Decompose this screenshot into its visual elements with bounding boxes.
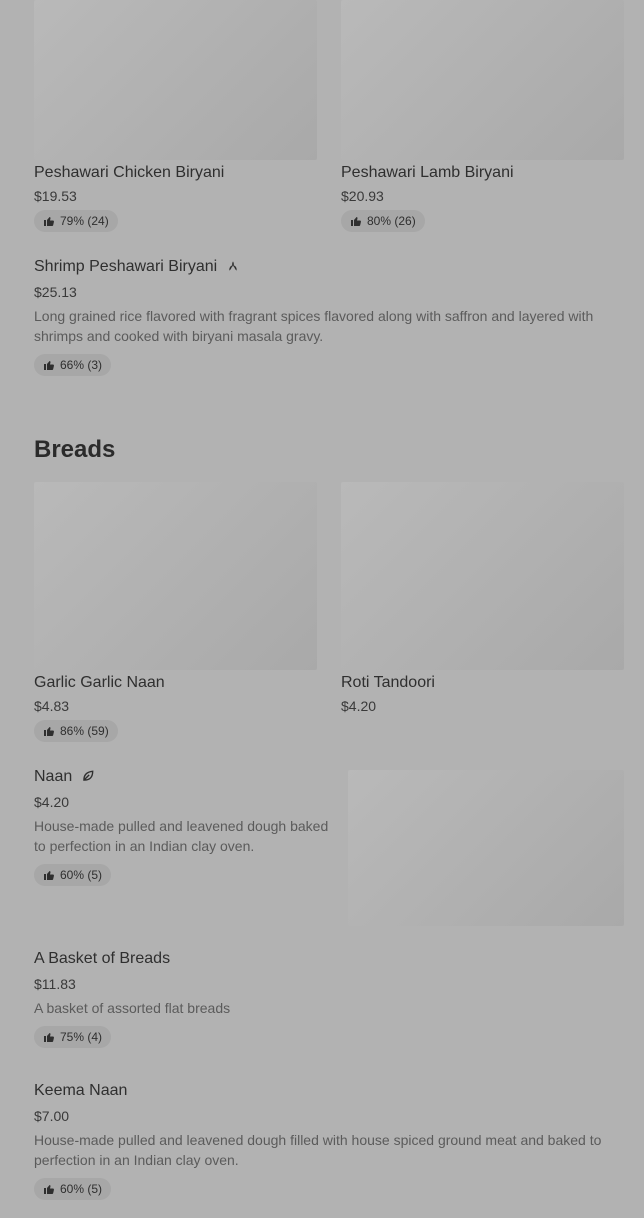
rating-badge: 75% (4) <box>34 1026 112 1048</box>
item-name-text: Shrimp Peshawari Biryani <box>34 258 218 275</box>
rating-text: 60% (5) <box>60 868 103 882</box>
item-price: $11.83 <box>34 976 76 992</box>
thumbs-up-icon <box>44 727 54 736</box>
rating-badge: 60% (5) <box>34 1178 112 1200</box>
thumbs-up-icon <box>44 361 54 370</box>
rating-badge: 86% (59) <box>34 720 118 742</box>
item-description: Long grained rice flavored with fragrant… <box>34 308 594 344</box>
rating-badge: 66% (3) <box>34 354 112 376</box>
section-title-breads: Breads <box>34 436 116 463</box>
item-price: $4.20 <box>341 698 377 714</box>
item-name[interactable]: Roti Tandoori <box>341 674 435 692</box>
item-image-chicken-biryani[interactable] <box>34 0 317 160</box>
item-price: $19.53 <box>34 188 77 204</box>
thumbs-up-icon <box>44 1033 54 1042</box>
item-name[interactable]: Garlic Garlic Naan <box>34 674 165 692</box>
item-name-shrimp[interactable]: Shrimp Peshawari Biryani <box>34 258 240 276</box>
rating-text: 75% (4) <box>60 1030 103 1044</box>
rating-text: 86% (59) <box>60 724 109 738</box>
item-description: House-made pulled and leavened dough bak… <box>34 818 329 854</box>
thumbs-up-icon <box>44 217 54 226</box>
item-name-naan[interactable]: Naan <box>34 768 95 786</box>
thumbs-up-icon <box>44 1185 54 1194</box>
item-image-lamb-biryani[interactable] <box>341 0 624 160</box>
item-description: House-made pulled and leavened dough fil… <box>34 1132 602 1168</box>
item-name[interactable]: Peshawari Lamb Biryani <box>341 164 514 182</box>
rating-text: 60% (5) <box>60 1182 103 1196</box>
item-image-naan[interactable] <box>348 770 624 926</box>
rating-badge: 80% (26) <box>341 210 425 232</box>
thumbs-up-icon <box>44 871 54 880</box>
rating-text: 80% (26) <box>367 214 416 228</box>
rating-text: 79% (24) <box>60 214 109 228</box>
item-image-roti-tandoori[interactable] <box>341 482 624 670</box>
item-price: $7.00 <box>34 1108 70 1124</box>
item-name[interactable]: Peshawari Chicken Biryani <box>34 164 224 182</box>
item-name[interactable]: A Basket of Breads <box>34 950 170 968</box>
leaf-icon <box>82 770 94 781</box>
item-price: $25.13 <box>34 284 77 300</box>
item-price: $4.83 <box>34 698 70 714</box>
thumbs-up-icon <box>351 217 361 226</box>
item-name-text: Naan <box>34 768 73 785</box>
item-name[interactable]: Keema Naan <box>34 1082 127 1100</box>
leaf-cluster-icon <box>228 261 237 271</box>
item-description: A basket of assorted flat breads <box>34 1000 231 1016</box>
rating-badge: 60% (5) <box>34 864 112 886</box>
rating-text: 66% (3) <box>60 358 103 372</box>
item-price: $4.20 <box>34 794 70 810</box>
item-image-garlic-naan[interactable] <box>34 482 317 670</box>
rating-badge: 79% (24) <box>34 210 118 232</box>
item-price: $20.93 <box>341 188 384 204</box>
